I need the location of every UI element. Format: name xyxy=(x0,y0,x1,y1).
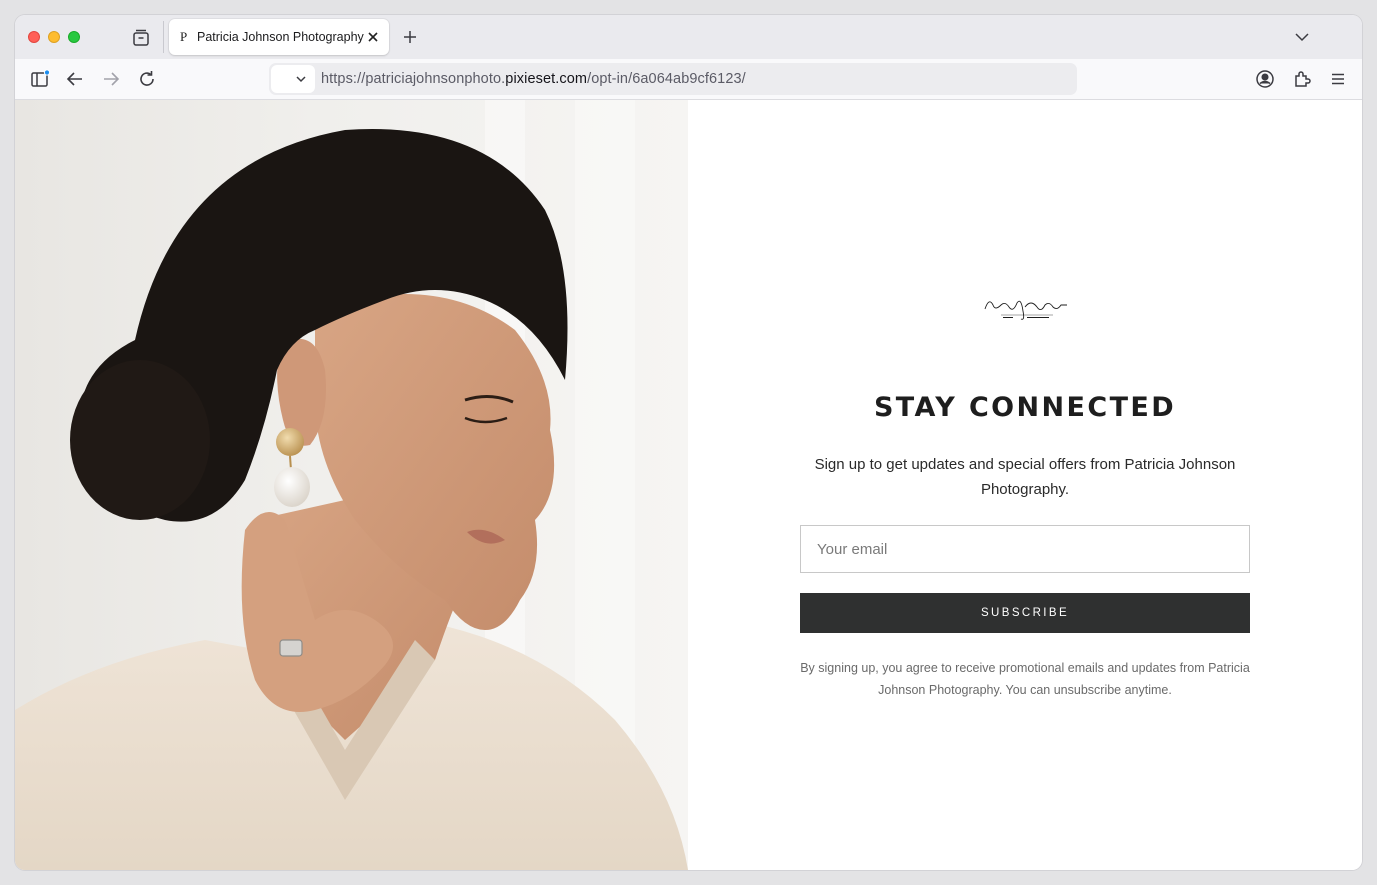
url-host: pixieset.com xyxy=(505,71,588,87)
sidebar-icon[interactable] xyxy=(30,69,51,89)
menu-icon[interactable] xyxy=(1328,69,1348,89)
page-headline: STAY CONNECTED xyxy=(873,392,1177,423)
close-tab-icon[interactable] xyxy=(365,29,381,45)
signup-description: Sign up to get updates and special offer… xyxy=(814,456,1236,498)
extensions-icon[interactable] xyxy=(1292,69,1312,89)
portrait-illustration xyxy=(15,100,688,870)
email-input[interactable] xyxy=(800,525,1250,573)
url-path: /opt-in/6a064ab9cf6123/ xyxy=(587,71,746,87)
account-icon[interactable] xyxy=(1255,69,1275,89)
browser-window: P Patricia Johnson Photography https://p… xyxy=(15,15,1362,870)
tab-active[interactable]: P Patricia Johnson Photography xyxy=(169,19,389,55)
new-tab-icon[interactable] xyxy=(401,28,419,46)
signature-logo-icon xyxy=(984,300,1067,320)
tab-separator xyxy=(163,21,164,53)
close-window-button[interactable] xyxy=(28,31,40,43)
portrait-photo xyxy=(15,100,688,870)
subscribe-button[interactable]: SUBSCRIBE xyxy=(800,593,1250,633)
maximize-window-button[interactable] xyxy=(68,31,80,43)
tab-title: Patricia Johnson Photography xyxy=(197,30,364,44)
signup-panel: STAY CONNECTED Sign up to get updates an… xyxy=(688,100,1362,870)
minimize-window-button[interactable] xyxy=(48,31,60,43)
consent-disclaimer: By signing up, you agree to receive prom… xyxy=(800,661,1250,697)
site-info-dropdown[interactable] xyxy=(271,65,315,93)
tab-favicon: P xyxy=(180,29,188,44)
page-content: STAY CONNECTED Sign up to get updates an… xyxy=(15,100,1362,870)
navigation-toolbar: https://patriciajohnsonphoto.pixieset.co… xyxy=(15,59,1362,100)
forward-arrow-icon[interactable] xyxy=(101,69,121,89)
back-arrow-icon[interactable] xyxy=(65,69,85,89)
brand-logo xyxy=(981,293,1071,323)
reload-icon[interactable] xyxy=(137,69,157,89)
tab-groups-icon[interactable] xyxy=(130,27,152,49)
address-bar[interactable]: https://patriciajohnsonphoto.pixieset.co… xyxy=(269,63,1077,95)
url-text[interactable]: https://patriciajohnsonphoto.pixieset.co… xyxy=(321,71,746,87)
list-all-tabs-chevron-icon[interactable] xyxy=(1294,29,1310,45)
chevron-down-icon xyxy=(296,76,306,83)
tab-strip: P Patricia Johnson Photography xyxy=(15,15,1362,59)
url-prefix: https://patriciajohnsonphoto. xyxy=(321,71,506,87)
